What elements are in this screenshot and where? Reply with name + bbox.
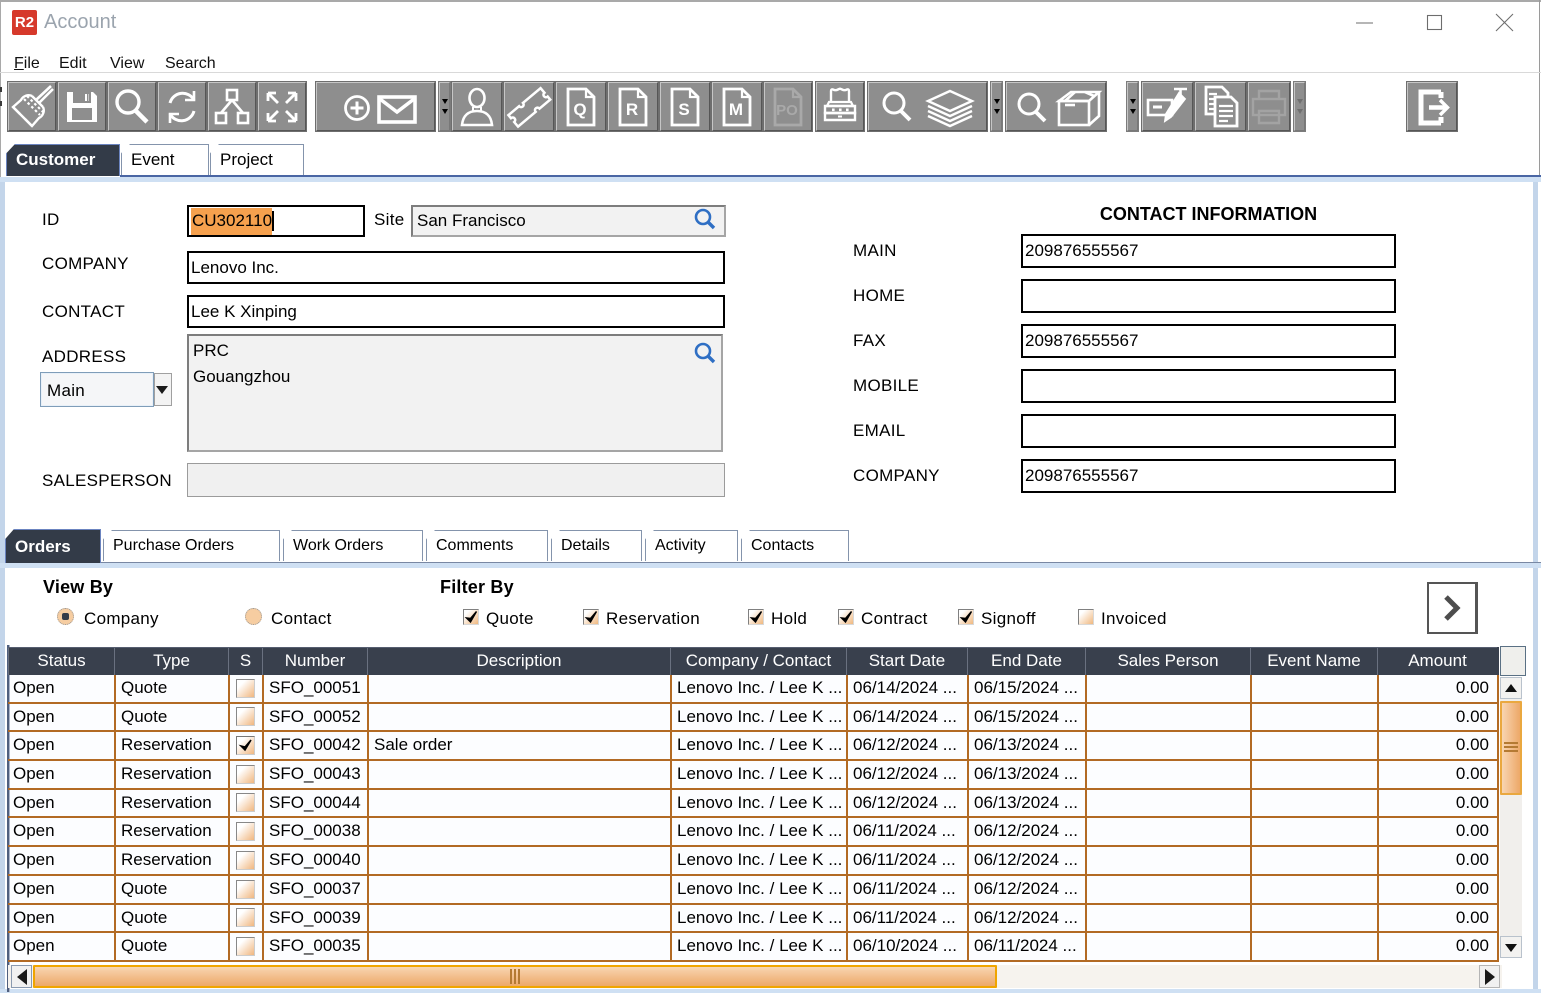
svg-text:M: M xyxy=(729,100,743,119)
svg-text:PO: PO xyxy=(776,102,798,119)
svg-text:S: S xyxy=(678,100,689,119)
svg-text:R: R xyxy=(626,100,638,119)
svg-text:Q: Q xyxy=(573,100,586,119)
